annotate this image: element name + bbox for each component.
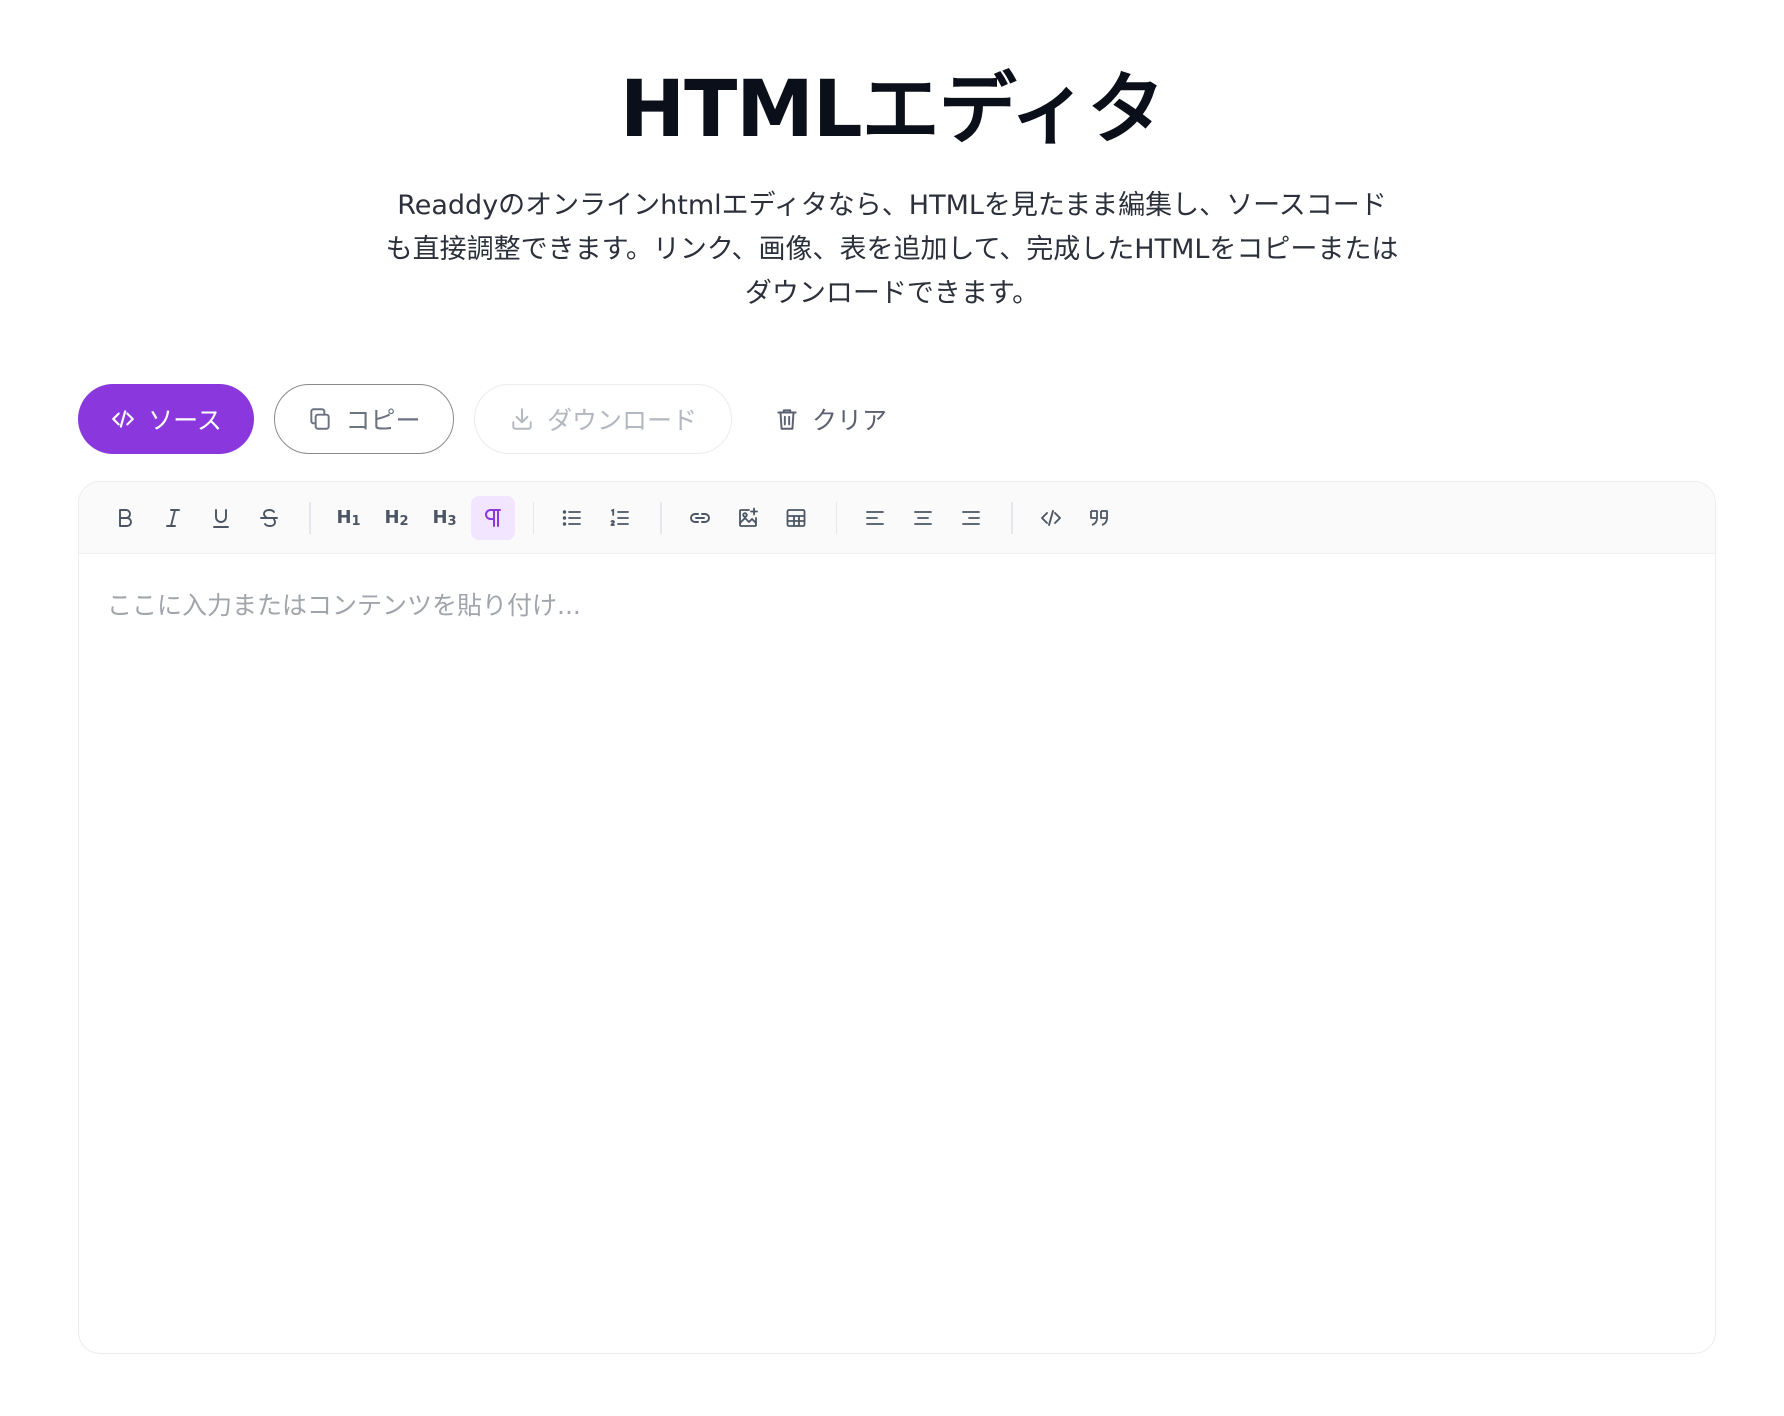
quote-icon (1089, 509, 1108, 526)
paragraph-icon (484, 508, 501, 527)
align-right-button[interactable] (949, 496, 993, 540)
clear-button[interactable]: クリア (752, 384, 887, 454)
paragraph-button[interactable] (470, 495, 515, 540)
strikethrough-icon (260, 508, 278, 527)
heading-2-label: H2 (384, 506, 409, 529)
copy-button[interactable]: コピー (274, 384, 454, 454)
insert-image-button[interactable] (726, 496, 770, 540)
underline-icon (213, 508, 229, 528)
align-right-icon (962, 510, 980, 525)
toolbar-divider (1011, 501, 1013, 534)
bold-button[interactable] (103, 496, 147, 540)
toolbar-divider (835, 501, 837, 534)
bullet-list-button[interactable] (550, 496, 594, 540)
heading-3-label: H3 (432, 506, 457, 529)
italic-button[interactable] (151, 496, 195, 540)
download-icon (512, 408, 532, 430)
page-title: HTMLエディタ (619, 65, 1165, 155)
page-description: Readdyのオンラインhtmlエディタなら、HTMLを見たまま編集し、ソースコ… (352, 184, 1432, 316)
italic-icon (166, 508, 180, 527)
image-add-icon (738, 507, 758, 527)
toolbar-divider (309, 501, 311, 534)
toolbar-divider (660, 501, 662, 534)
copy-icon (310, 408, 331, 430)
code-icon (1040, 509, 1061, 526)
description-line-3: ダウンロードできます。 (744, 278, 1040, 309)
link-icon (689, 512, 710, 523)
insert-table-button[interactable] (774, 496, 818, 540)
toolbar-divider (532, 501, 534, 534)
editor-content[interactable]: ここに入力またはコンテンツを貼り付け... (79, 554, 1715, 654)
bullet-list-icon (562, 509, 581, 526)
heading-1-button[interactable]: H1 (327, 496, 371, 540)
download-button[interactable]: ダウンロード (474, 384, 732, 454)
source-button-label: ソース (148, 406, 222, 435)
align-center-icon (914, 510, 932, 525)
numbered-list-button[interactable] (598, 496, 642, 540)
table-icon (786, 508, 805, 527)
editor-placeholder: ここに入力またはコンテンツを貼り付け... (107, 591, 581, 620)
editor-toolbar: H1 H2 H3 (79, 482, 1715, 554)
description-line-2: も直接調整できます。リンク、画像、表を追加して、完成したHTMLをコピーまたは (385, 234, 1399, 265)
description-line-1: Readdyのオンラインhtmlエディタなら、HTMLを見たまま編集し、ソースコ… (397, 190, 1387, 221)
code-block-button[interactable] (1029, 496, 1073, 540)
align-left-icon (866, 510, 884, 525)
link-button[interactable] (678, 496, 722, 540)
align-left-button[interactable] (853, 496, 897, 540)
trash-icon (777, 409, 797, 430)
blockquote-button[interactable] (1077, 496, 1121, 540)
clear-button-label: クリア (812, 406, 888, 435)
heading-1-label: H1 (336, 506, 361, 529)
copy-button-label: コピー (345, 406, 421, 435)
strikethrough-button[interactable] (247, 496, 291, 540)
editor: H1 H2 H3 ここに入力またはコンテンツを貼り付け... (78, 481, 1716, 1354)
action-bar: ソース コピー ダウンロード クリア (78, 383, 887, 455)
heading-2-button[interactable]: H2 (375, 496, 419, 540)
bold-icon (119, 508, 132, 527)
numbered-list-icon (610, 508, 629, 526)
page: HTMLエディタ Readdyのオンラインhtmlエディタなら、HTMLを見たま… (0, 0, 1784, 1416)
source-button[interactable]: ソース (78, 384, 254, 454)
underline-button[interactable] (199, 496, 243, 540)
code-icon (112, 410, 134, 428)
align-center-button[interactable] (901, 496, 945, 540)
download-button-label: ダウンロード (546, 406, 697, 435)
heading-3-button[interactable]: H3 (423, 496, 467, 540)
